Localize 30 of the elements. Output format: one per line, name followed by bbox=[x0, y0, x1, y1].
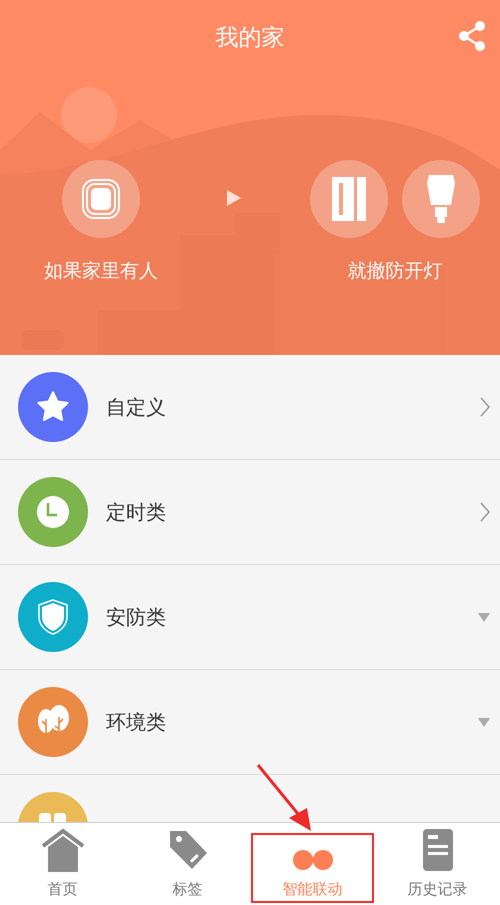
category-label: 定时类 bbox=[106, 498, 167, 526]
sensor-icon bbox=[81, 178, 121, 220]
dropdown-triangle-icon bbox=[478, 718, 490, 726]
chevron-right-icon bbox=[480, 397, 490, 417]
door-sensor-icon bbox=[332, 177, 366, 221]
category-row[interactable]: 环境类 bbox=[0, 670, 500, 775]
tab[interactable]: 标签 bbox=[125, 823, 250, 905]
shield-icon bbox=[38, 599, 68, 635]
category-label: 环境类 bbox=[106, 708, 167, 736]
play-arrow-icon bbox=[227, 190, 241, 206]
dropdown-triangle-icon bbox=[478, 612, 490, 622]
chevron-right-icon bbox=[480, 502, 490, 522]
home-icon bbox=[40, 828, 84, 872]
clock-icon bbox=[36, 495, 70, 529]
category-label: 自定义 bbox=[106, 394, 167, 420]
category-row[interactable]: 安防类 bbox=[0, 565, 500, 670]
tab[interactable]: 首页 bbox=[0, 823, 125, 905]
star-icon bbox=[36, 391, 70, 423]
tab[interactable]: 历史记录 bbox=[375, 823, 500, 905]
category-row[interactable]: 定时类 bbox=[0, 460, 500, 565]
share-icon[interactable] bbox=[458, 20, 486, 52]
linked-circles-icon bbox=[292, 848, 334, 872]
category-label: 安防类 bbox=[106, 604, 167, 630]
page-title: 我的家 bbox=[216, 24, 284, 52]
action-label: 就撤防开灯 bbox=[348, 259, 442, 284]
light-bulb-icon bbox=[427, 175, 455, 223]
annotation-arrow bbox=[256, 764, 311, 831]
trigger-label: 如果家里有人 bbox=[44, 259, 158, 284]
document-icon bbox=[422, 828, 454, 872]
category-row[interactable]: 自定义 bbox=[0, 355, 500, 460]
